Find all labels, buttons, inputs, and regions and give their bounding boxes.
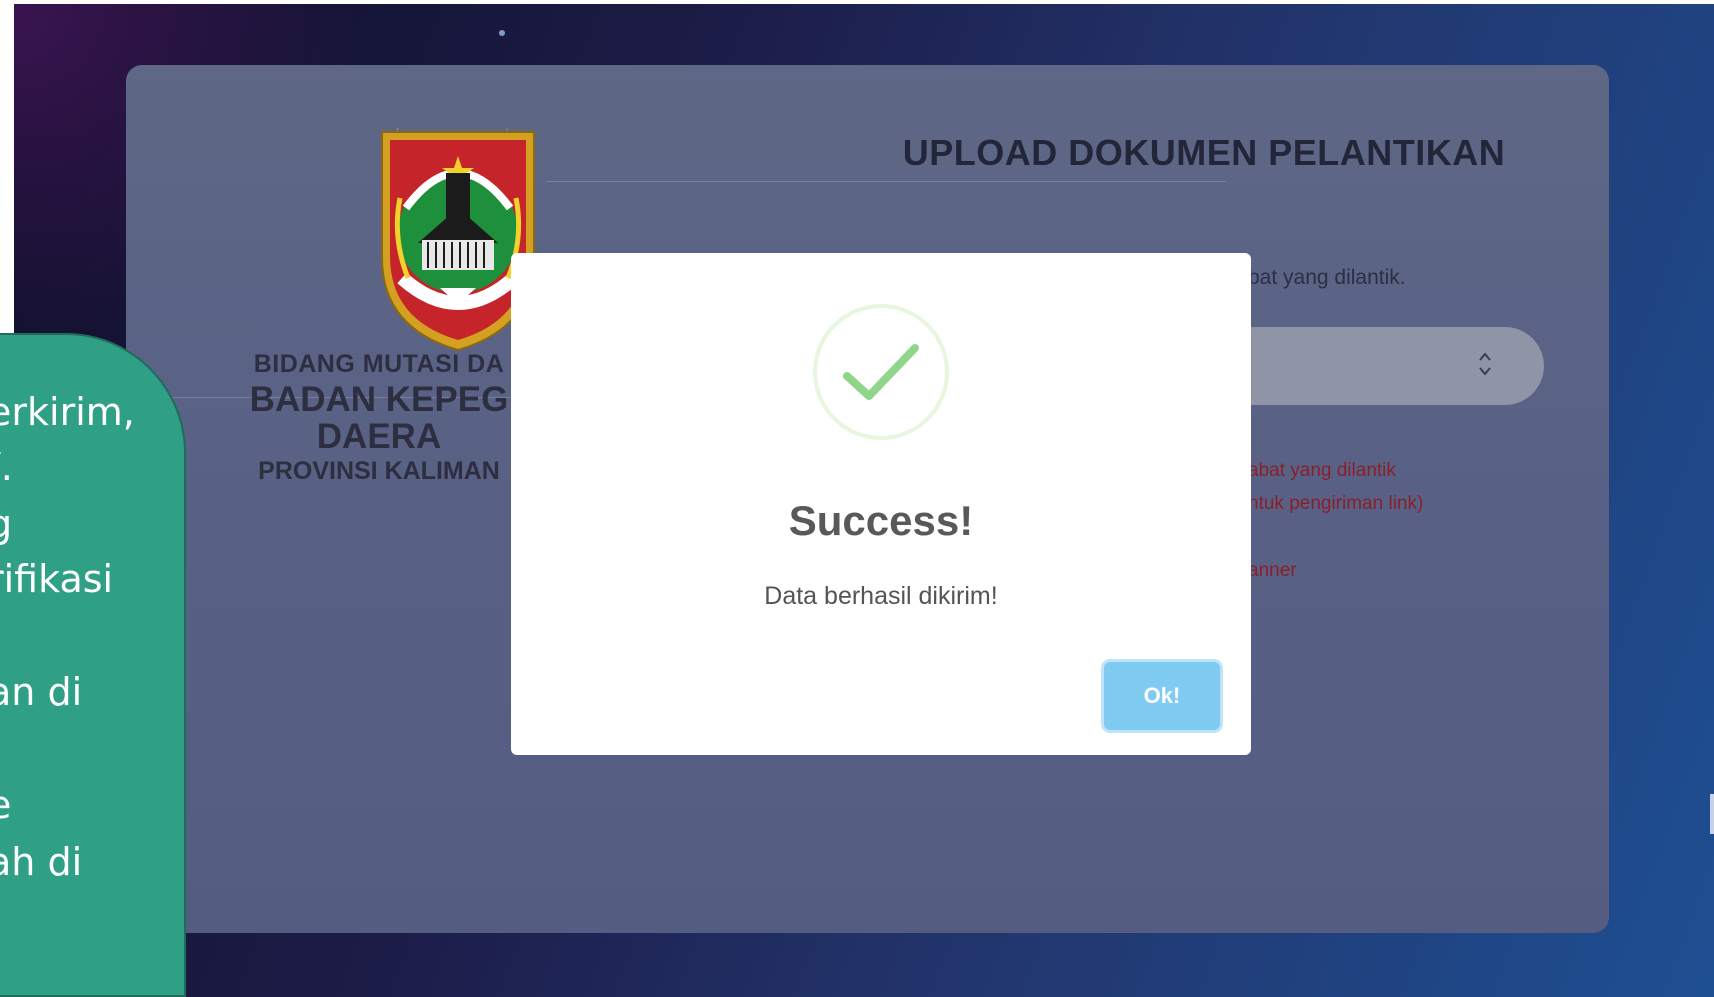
ok-button[interactable]: Ok! — [1104, 662, 1220, 730]
dialog-title: Success! — [788, 497, 974, 544]
form-hint-text: bat yang dilantik. — [1248, 266, 1406, 289]
org-line-1: BIDANG MUTASI DA — [253, 350, 505, 378]
org-line-2: BADAN KEPEG — [249, 380, 509, 419]
side-panel-line: rifikasi — [0, 557, 114, 601]
success-dialog: Success! Data berhasil dikirim! Ok! — [511, 253, 1251, 755]
side-panel-line: an di — [0, 670, 83, 714]
edge-accent — [1710, 794, 1714, 834]
checkmark-icon — [813, 304, 949, 440]
side-panel-line: ah di — [0, 840, 83, 884]
validation-message: ntuk pengiriman link) — [1248, 493, 1424, 514]
presentation-side-panel: erkirim, /. g rifikasi an di . e ah di — [0, 333, 186, 997]
organization-name: BIDANG MUTASI DA BADAN KEPEG DAERA PROVI… — [214, 350, 544, 486]
side-panel-line: erkirim, — [0, 390, 135, 434]
decorative-line — [546, 181, 1226, 182]
validation-message: abat yang dilantik — [1248, 460, 1396, 481]
org-line-3: DAERA — [316, 417, 442, 456]
official-select[interactable] — [1214, 327, 1544, 405]
dialog-message: Data berhasil dikirim! — [764, 582, 998, 610]
side-panel-line: /. — [0, 445, 13, 489]
page-title: UPLOAD DOKUMEN PELANTIKAN — [902, 132, 1506, 173]
side-panel-line: g — [0, 502, 12, 546]
org-line-4: PROVINSI KALIMAN — [258, 457, 500, 485]
validation-message: anner — [1248, 560, 1297, 581]
side-panel-line: e — [0, 783, 11, 827]
decorative-dot — [499, 30, 505, 36]
screenshot-frame: BIDANG MUTASI DA BADAN KEPEG DAERA PROVI… — [14, 4, 1714, 997]
chevron-up-down-icon — [1478, 349, 1492, 379]
